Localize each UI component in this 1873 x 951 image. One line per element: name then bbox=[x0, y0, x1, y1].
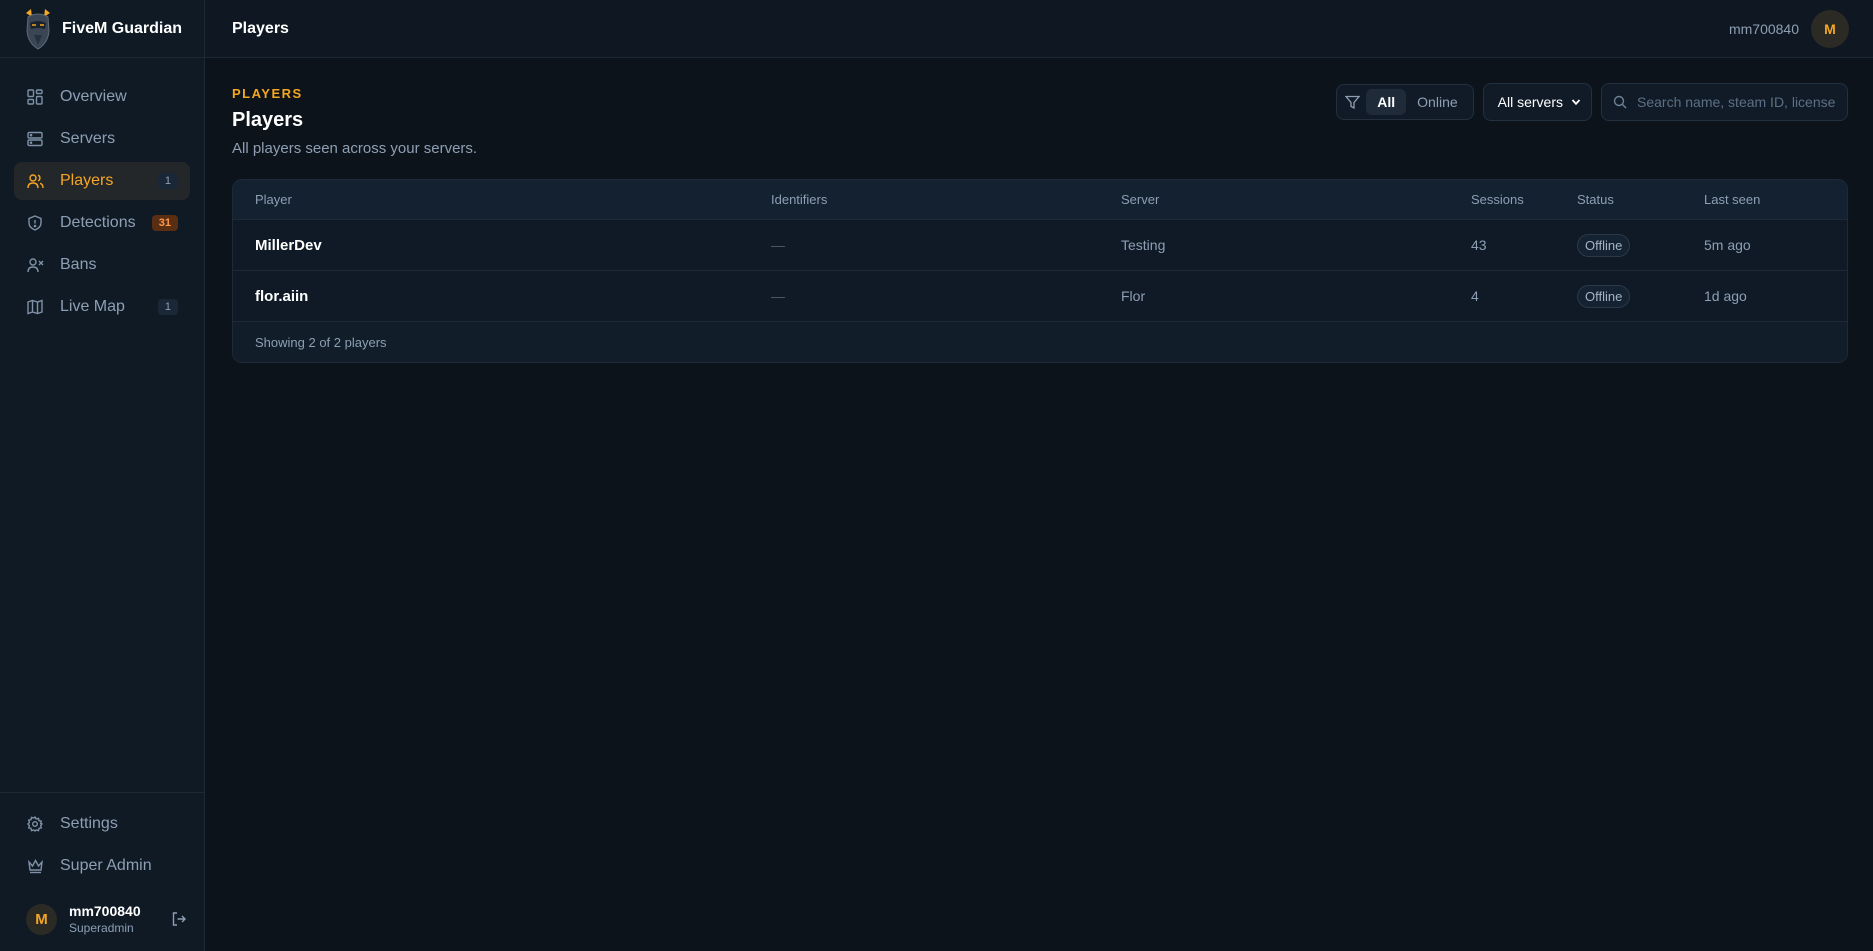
table-row[interactable]: flor.aiin — Flor 4 Offline 1d ago bbox=[233, 271, 1847, 322]
sidebar-item-settings[interactable]: Settings bbox=[14, 805, 190, 843]
sidebar: FiveM Guardian Overview Servers Players bbox=[0, 0, 205, 951]
page-subtitle: All players seen across your servers. bbox=[232, 140, 478, 157]
map-icon bbox=[26, 298, 44, 316]
detections-count-badge: 31 bbox=[151, 215, 178, 231]
search-input[interactable] bbox=[1637, 94, 1847, 110]
guardian-logo-icon bbox=[26, 8, 50, 50]
gear-icon bbox=[26, 815, 44, 833]
sidebar-item-label: Players bbox=[60, 172, 114, 189]
column-header-identifiers[interactable]: Identifiers bbox=[771, 192, 1121, 207]
shield-alert-icon bbox=[26, 214, 44, 232]
sidebar-item-servers[interactable]: Servers bbox=[14, 120, 190, 158]
page-eyebrow: PLAYERS bbox=[232, 86, 303, 101]
filter-controls: All Online All servers bbox=[1336, 83, 1848, 121]
avatar[interactable]: M bbox=[1811, 9, 1849, 48]
sidebar-item-detections[interactable]: Detections 31 bbox=[14, 204, 190, 242]
sidebar-item-label: Live Map bbox=[60, 298, 125, 315]
sidebar-item-bans[interactable]: Bans bbox=[14, 246, 190, 284]
sidebar-item-live-map[interactable]: Live Map 1 bbox=[14, 288, 190, 326]
user-x-icon bbox=[26, 256, 44, 274]
table-footer: Showing 2 of 2 players bbox=[233, 322, 1847, 362]
sidebar-footer: Settings Super Admin M mm700840 Superadm… bbox=[0, 792, 204, 951]
crown-icon bbox=[26, 857, 44, 875]
server-select[interactable]: All servers bbox=[1482, 83, 1592, 121]
player-last-seen: 5m ago bbox=[1704, 237, 1751, 253]
table-header-row: Player Identifiers Server Sessions Statu… bbox=[233, 180, 1847, 220]
sidebar-item-label: Servers bbox=[60, 130, 116, 147]
user-name: mm700840 bbox=[69, 903, 141, 919]
sidebar-item-label: Overview bbox=[60, 88, 127, 105]
player-last-seen: 1d ago bbox=[1704, 288, 1747, 304]
status-badge: Offline bbox=[1577, 233, 1631, 257]
server-icon bbox=[26, 130, 44, 148]
user-card: M mm700840 Superadmin bbox=[14, 889, 190, 935]
table-row[interactable]: MillerDev — Testing 43 Offline 5m ago bbox=[233, 220, 1847, 271]
players-page: PLAYERS Players All players seen across … bbox=[205, 58, 1873, 363]
filter-all-button[interactable]: All bbox=[1366, 89, 1407, 115]
player-server: Testing bbox=[1121, 237, 1166, 253]
column-header-sessions[interactable]: Sessions bbox=[1471, 192, 1577, 207]
page-header-title: Players bbox=[232, 19, 289, 37]
dashboard-icon bbox=[26, 88, 44, 106]
status-badge: Offline bbox=[1577, 284, 1631, 308]
filter-icon bbox=[1345, 95, 1361, 110]
sidebar-item-label: Detections bbox=[60, 214, 136, 231]
status-filter-toggle: All Online bbox=[1336, 84, 1474, 120]
player-server: Flor bbox=[1121, 288, 1146, 304]
player-sessions: 4 bbox=[1471, 288, 1479, 304]
filter-online-button[interactable]: Online bbox=[1406, 89, 1468, 115]
sidebar-item-overview[interactable]: Overview bbox=[14, 78, 190, 116]
page-heading: PLAYERS Players All players seen across … bbox=[232, 86, 477, 157]
users-icon bbox=[26, 172, 44, 190]
main-nav: Overview Servers Players 1 Detections 31… bbox=[0, 58, 204, 330]
sidebar-item-label: Bans bbox=[60, 256, 97, 273]
brand-name: FiveM Guardian bbox=[62, 19, 183, 37]
main: Players mm700840 M PLAYERS Players All p… bbox=[205, 0, 1873, 951]
players-table: Player Identifiers Server Sessions Statu… bbox=[232, 179, 1848, 363]
column-header-last-seen[interactable]: Last seen bbox=[1704, 192, 1847, 207]
sidebar-item-super-admin[interactable]: Super Admin bbox=[14, 847, 190, 885]
player-name[interactable]: flor.aiin bbox=[255, 288, 308, 305]
brand[interactable]: FiveM Guardian bbox=[0, 0, 204, 58]
page-title: Players bbox=[232, 109, 304, 131]
chevron-down-icon bbox=[1571, 97, 1581, 107]
sidebar-item-players[interactable]: Players 1 bbox=[14, 162, 190, 200]
column-header-player[interactable]: Player bbox=[255, 192, 771, 207]
player-sessions: 43 bbox=[1471, 237, 1487, 253]
page-head: PLAYERS Players All players seen across … bbox=[232, 83, 1848, 157]
logout-icon bbox=[172, 912, 186, 926]
players-count-badge: 1 bbox=[157, 173, 178, 189]
server-select-value: All servers bbox=[1497, 94, 1563, 110]
player-name[interactable]: MillerDev bbox=[255, 237, 322, 254]
column-header-server[interactable]: Server bbox=[1121, 192, 1471, 207]
player-identifiers: — bbox=[771, 288, 785, 304]
user-role: Superadmin bbox=[69, 921, 134, 935]
sidebar-item-label: Super Admin bbox=[60, 857, 152, 874]
user-info: mm700840 Superadmin bbox=[69, 903, 168, 935]
topbar: Players mm700840 M bbox=[205, 0, 1873, 58]
sidebar-item-label: Settings bbox=[60, 815, 118, 832]
column-header-status[interactable]: Status bbox=[1577, 192, 1704, 207]
live-map-count-badge: 1 bbox=[157, 299, 178, 315]
topbar-username: mm700840 bbox=[1728, 20, 1799, 37]
search-box bbox=[1601, 83, 1848, 121]
search-icon bbox=[1613, 95, 1627, 109]
avatar[interactable]: M bbox=[26, 903, 57, 935]
player-identifiers: — bbox=[771, 237, 785, 253]
logout-button[interactable] bbox=[168, 908, 190, 930]
topbar-user[interactable]: mm700840 M bbox=[1728, 9, 1849, 48]
